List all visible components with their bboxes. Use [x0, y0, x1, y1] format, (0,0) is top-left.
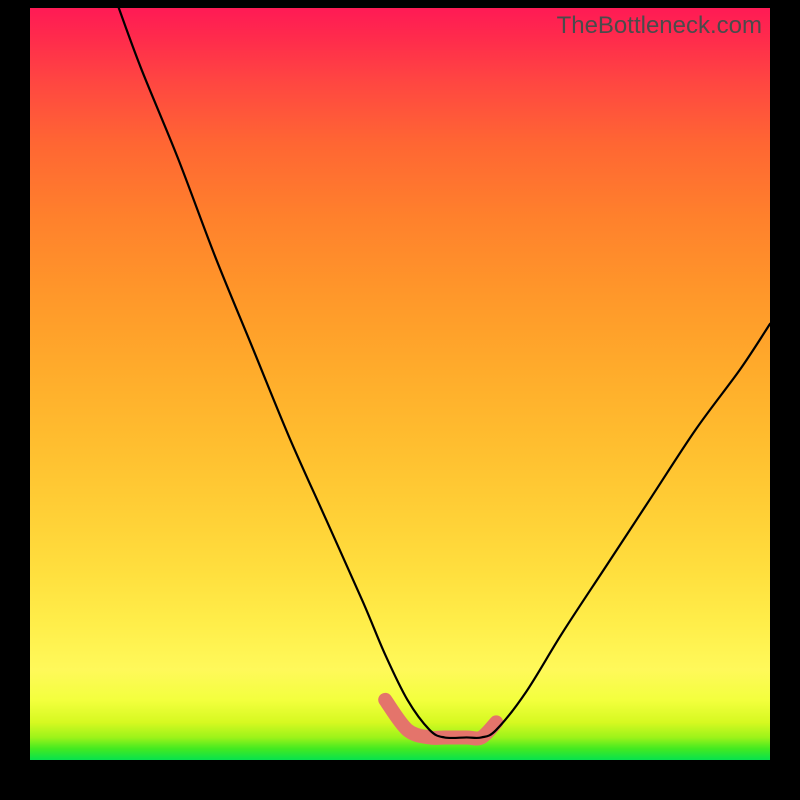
- site-watermark: TheBottleneck.com: [557, 12, 762, 40]
- bottleneck-curve: [119, 8, 770, 738]
- plot-area: TheBottleneck.com: [30, 8, 770, 760]
- chart-frame: TheBottleneck.com: [0, 0, 800, 800]
- curve-overlay: [30, 8, 770, 760]
- flat-band: [385, 700, 496, 739]
